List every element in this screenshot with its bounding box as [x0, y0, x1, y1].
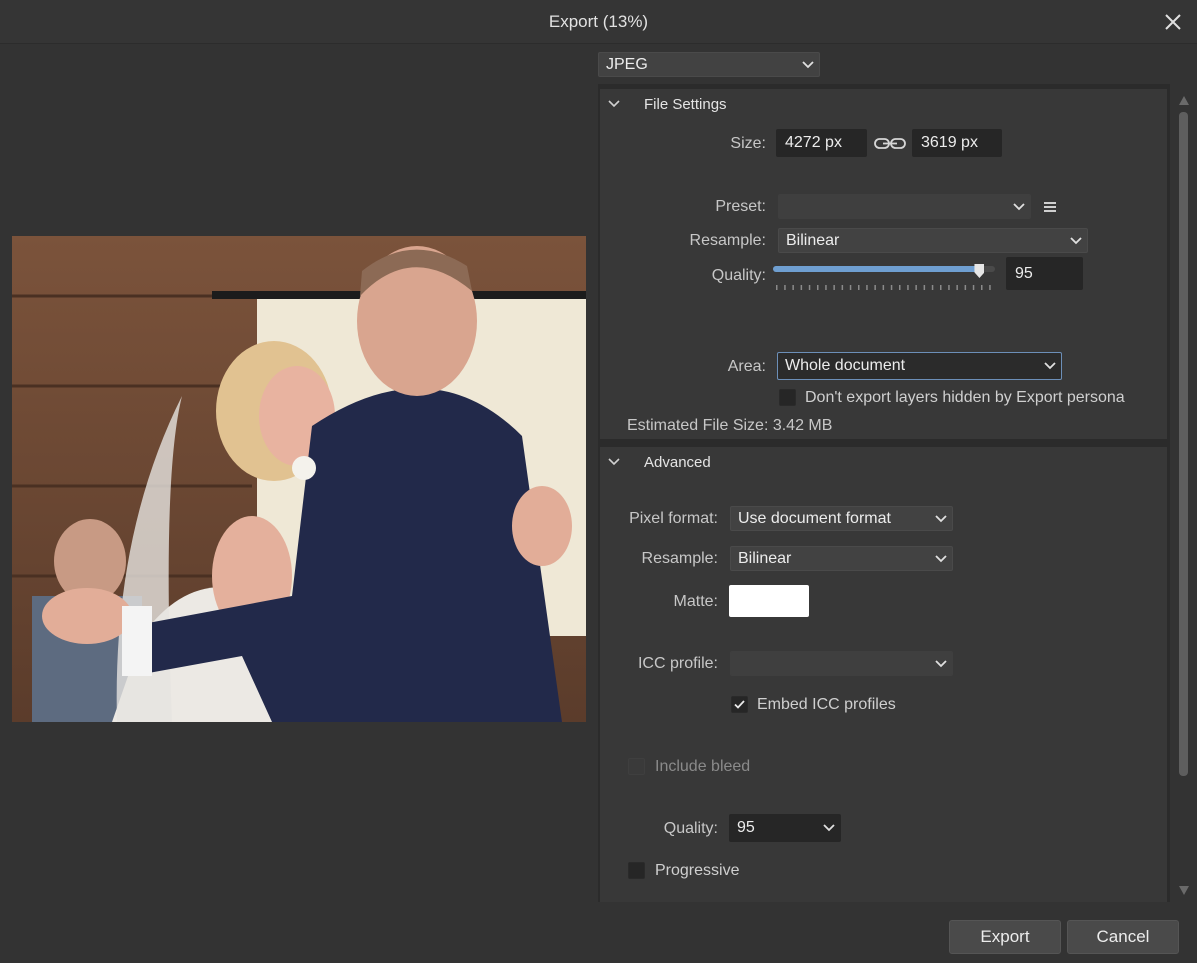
height-field[interactable]: 3619 px — [912, 129, 1002, 157]
slider-tick — [833, 285, 835, 290]
file-settings-title: File Settings — [644, 95, 727, 113]
slider-tick — [866, 285, 868, 290]
checkmark-icon — [734, 700, 745, 709]
chevron-down-icon — [1039, 353, 1061, 379]
quality-label: Quality: — [711, 267, 766, 284]
advanced-header[interactable]: Advanced — [600, 447, 1167, 477]
scroll-up-icon[interactable] — [1179, 92, 1189, 110]
slider-tick — [964, 285, 967, 290]
embed-icc-label: Embed ICC profiles — [757, 696, 896, 713]
link-icon[interactable] — [874, 136, 906, 152]
chevron-down-icon — [930, 652, 952, 675]
export-preview-image — [12, 236, 586, 722]
scroll-down-icon[interactable] — [1179, 882, 1189, 900]
advanced-quality-dropdown[interactable]: 95 — [729, 814, 841, 842]
hidden-layers-checkbox[interactable] — [779, 389, 796, 406]
matte-label: Matte: — [673, 593, 718, 610]
chevron-down-icon — [797, 53, 819, 76]
slider-tick — [940, 285, 942, 290]
slider-tick — [981, 285, 983, 290]
embed-icc-checkbox[interactable] — [731, 696, 748, 713]
pixel-format-value: Use document format — [738, 509, 891, 527]
chevron-down-icon — [1065, 229, 1087, 252]
resample-label: Resample: — [689, 232, 766, 249]
export-button[interactable]: Export — [949, 920, 1061, 954]
slider-tick — [972, 285, 975, 290]
slider-tick — [817, 285, 819, 290]
advanced-quality-value: 95 — [737, 819, 755, 836]
area-value: Whole document — [785, 357, 906, 374]
slider-tick — [792, 285, 794, 290]
advanced-title: Advanced — [644, 453, 711, 471]
chevron-down-icon — [930, 507, 952, 530]
file-settings-header[interactable]: File Settings — [600, 89, 1167, 119]
hidden-layers-label: Don't export layers hidden by Export per… — [805, 389, 1125, 406]
slider-tick — [849, 285, 852, 290]
quality-slider-ticks — [776, 285, 991, 290]
width-field[interactable]: 4272 px — [776, 129, 867, 157]
progressive-checkbox[interactable] — [628, 862, 645, 879]
slider-tick — [989, 285, 991, 290]
include-bleed-checkbox[interactable] — [628, 758, 645, 775]
area-label: Area: — [727, 358, 766, 375]
preset-dropdown[interactable] — [778, 194, 1031, 219]
cancel-button[interactable]: Cancel — [1067, 920, 1179, 954]
pixel-format-label: Pixel format: — [629, 510, 718, 527]
slider-tick — [956, 285, 958, 290]
size-label: Size: — [730, 135, 766, 152]
slider-tick — [915, 285, 917, 290]
slider-tick — [858, 285, 860, 290]
chevron-down-icon — [604, 458, 624, 466]
advanced-resample-dropdown[interactable]: Bilinear — [730, 546, 953, 571]
slider-tick — [808, 285, 811, 290]
progressive-label: Progressive — [655, 862, 740, 879]
slider-tick — [776, 285, 778, 290]
window-title: Export (13%) — [548, 12, 649, 31]
slider-tick — [800, 285, 803, 290]
resample-dropdown[interactable]: Bilinear — [778, 228, 1088, 253]
chevron-down-icon — [930, 547, 952, 570]
advanced-quality-label: Quality: — [663, 820, 718, 837]
chevron-down-icon — [1008, 195, 1030, 218]
slider-tick — [907, 285, 909, 290]
slider-tick — [882, 285, 885, 290]
chevron-down-icon — [604, 100, 624, 108]
slider-tick — [931, 285, 934, 290]
slider-tick — [825, 285, 827, 290]
quality-slider-fill — [773, 266, 980, 272]
format-dropdown[interactable]: JPEG — [598, 52, 820, 77]
icc-profile-label: ICC profile: — [637, 655, 718, 672]
quality-slider[interactable] — [773, 266, 995, 272]
quality-field[interactable]: 95 — [1006, 257, 1083, 290]
matte-color-swatch[interactable] — [729, 585, 809, 617]
slider-tick — [899, 285, 901, 290]
scrollbar-thumb[interactable] — [1179, 112, 1188, 776]
slider-tick — [923, 285, 926, 290]
preset-label: Preset: — [715, 198, 766, 215]
chevron-down-icon — [818, 815, 840, 841]
icc-profile-dropdown[interactable] — [730, 651, 953, 676]
pixel-format-dropdown[interactable]: Use document format — [730, 506, 953, 531]
estimated-file-size: Estimated File Size: 3.42 MB — [627, 417, 833, 434]
slider-tick — [890, 285, 893, 290]
slider-tick — [948, 285, 950, 290]
close-icon[interactable] — [1161, 10, 1185, 34]
include-bleed-label: Include bleed — [655, 758, 751, 775]
slider-tick — [841, 285, 844, 290]
format-value: JPEG — [606, 55, 648, 73]
resample-value: Bilinear — [786, 231, 840, 249]
area-dropdown[interactable]: Whole document — [777, 352, 1062, 380]
slider-tick — [784, 285, 786, 290]
advanced-resample-label: Resample: — [641, 550, 718, 567]
advanced-resample-value: Bilinear — [738, 549, 792, 567]
title-bar: Export (13%) — [0, 0, 1197, 44]
slider-tick — [874, 285, 876, 290]
preset-menu-icon[interactable] — [1043, 200, 1057, 212]
